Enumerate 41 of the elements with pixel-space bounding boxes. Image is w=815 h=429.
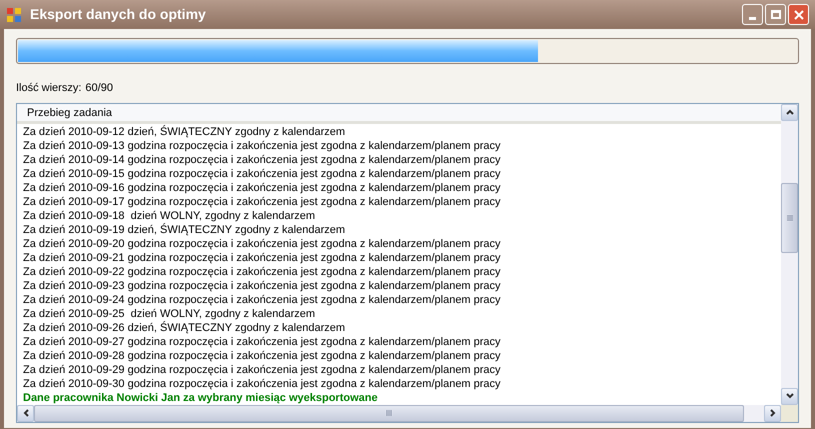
log-entry: Dane pracownika Nowicki Jan za wybrany miesiąc wyeksportowane (22, 390, 379, 404)
log-entry: Za dzień 2010-09-27 godzina rozpoczęcia i zakończenia jest zgodna z kalendarzem/planem pracy (22, 334, 502, 348)
log-entry: Za dzień 2010-09-18 dzień WOLNY, zgodny z kalendarzem (22, 208, 316, 222)
log-entry: Za dzień 2010-09-29 godzina rozpoczęcia i zakończenia jest zgodna z kalendarzem/planem pracy (22, 362, 502, 376)
log-entry: Za dzień 2010-09-19 dzień, ŚWIĄTECZNY zgodny z kalendarzem (22, 222, 346, 236)
log-entry: Za dzień 2010-09-12 dzień, ŚWIĄTECZNY zgodny z kalendarzem (22, 124, 346, 138)
grip-icon (786, 214, 792, 220)
log-entry: Za dzień 2010-09-17 godzina rozpoczęcia i zakończenia jest zgodna z kalendarzem/planem pracy (22, 194, 502, 208)
log-entry: Za dzień 2010-09-14 godzina rozpoczęcia i zakończenia jest zgodna z kalendarzem/planem pracy (22, 152, 502, 166)
row-count-label: Ilość wierszy: (16, 81, 82, 96)
scroll-left-button[interactable] (17, 404, 34, 422)
log-entry: Za dzień 2010-09-13 godzina rozpoczęcia i zakończenia jest zgodna z kalendarzem/planem pracy (22, 138, 502, 152)
down-chevron-icon (786, 393, 794, 399)
column-header[interactable]: Przebieg zadania (17, 104, 781, 124)
log-entry: Za dzień 2010-09-24 godzina rozpoczęcia i zakończenia jest zgodna z kalendarzem/planem pracy (22, 292, 502, 306)
close-button[interactable] (788, 4, 809, 25)
log-entry: Za dzień 2010-09-21 godzina rozpoczęcia i zakończenia jest zgodna z kalendarzem/planem pracy (22, 250, 502, 264)
log-entry: Za dzień 2010-09-20 godzina rozpoczęcia i zakończenia jest zgodna z kalendarzem/planem pracy (22, 236, 502, 250)
grip-icon (386, 410, 392, 416)
row-count-value: 60/90 (85, 81, 113, 96)
scroll-down-button[interactable] (781, 388, 798, 404)
app-icon (6, 6, 22, 22)
minimize-button[interactable] (742, 4, 763, 25)
log-entry: Za dzień 2010-09-28 godzina rozpoczęcia i zakończenia jest zgodna z kalendarzem/planem pracy (22, 348, 502, 362)
log-entry: Za dzień 2010-09-16 godzina rozpoczęcia i zakończenia jest zgodna z kalendarzem/planem pracy (22, 180, 502, 194)
scroll-right-button[interactable] (764, 404, 781, 422)
maximize-button[interactable] (765, 4, 786, 25)
close-icon (794, 10, 804, 20)
log-entry: Za dzień 2010-09-15 godzina rozpoczęcia i zakończenia jest zgodna z kalendarzem/planem pracy (22, 166, 502, 180)
log-entry: Za dzień 2010-09-23 godzina rozpoczęcia i zakończenia jest zgodna z kalendarzem/planem pracy (22, 278, 502, 292)
scroll-up-button[interactable] (781, 104, 798, 120)
up-chevron-icon (786, 109, 794, 115)
scrollbar-corner (781, 404, 798, 422)
log-entry: Za dzień 2010-09-22 godzina rozpoczęcia i zakończenia jest zgodna z kalendarzem/planem pracy (22, 264, 502, 278)
left-chevron-icon (22, 409, 28, 417)
scroll-thumb[interactable] (781, 182, 798, 252)
log-entry: Za dzień 2010-09-26 dzień, ŚWIĄTECZNY zgodny z kalendarzem (22, 320, 346, 334)
window-title: Eksport danych do optimy (30, 5, 207, 24)
log-entry: Za dzień 2010-09-25 dzień WOLNY, zgodny z kalendarzem (22, 306, 316, 320)
right-chevron-icon (770, 409, 776, 417)
log-entry: Za dzień 2010-09-30 godzina rozpoczęcia i zakończenia jest zgodna z kalendarzem/planem pracy (22, 376, 502, 390)
